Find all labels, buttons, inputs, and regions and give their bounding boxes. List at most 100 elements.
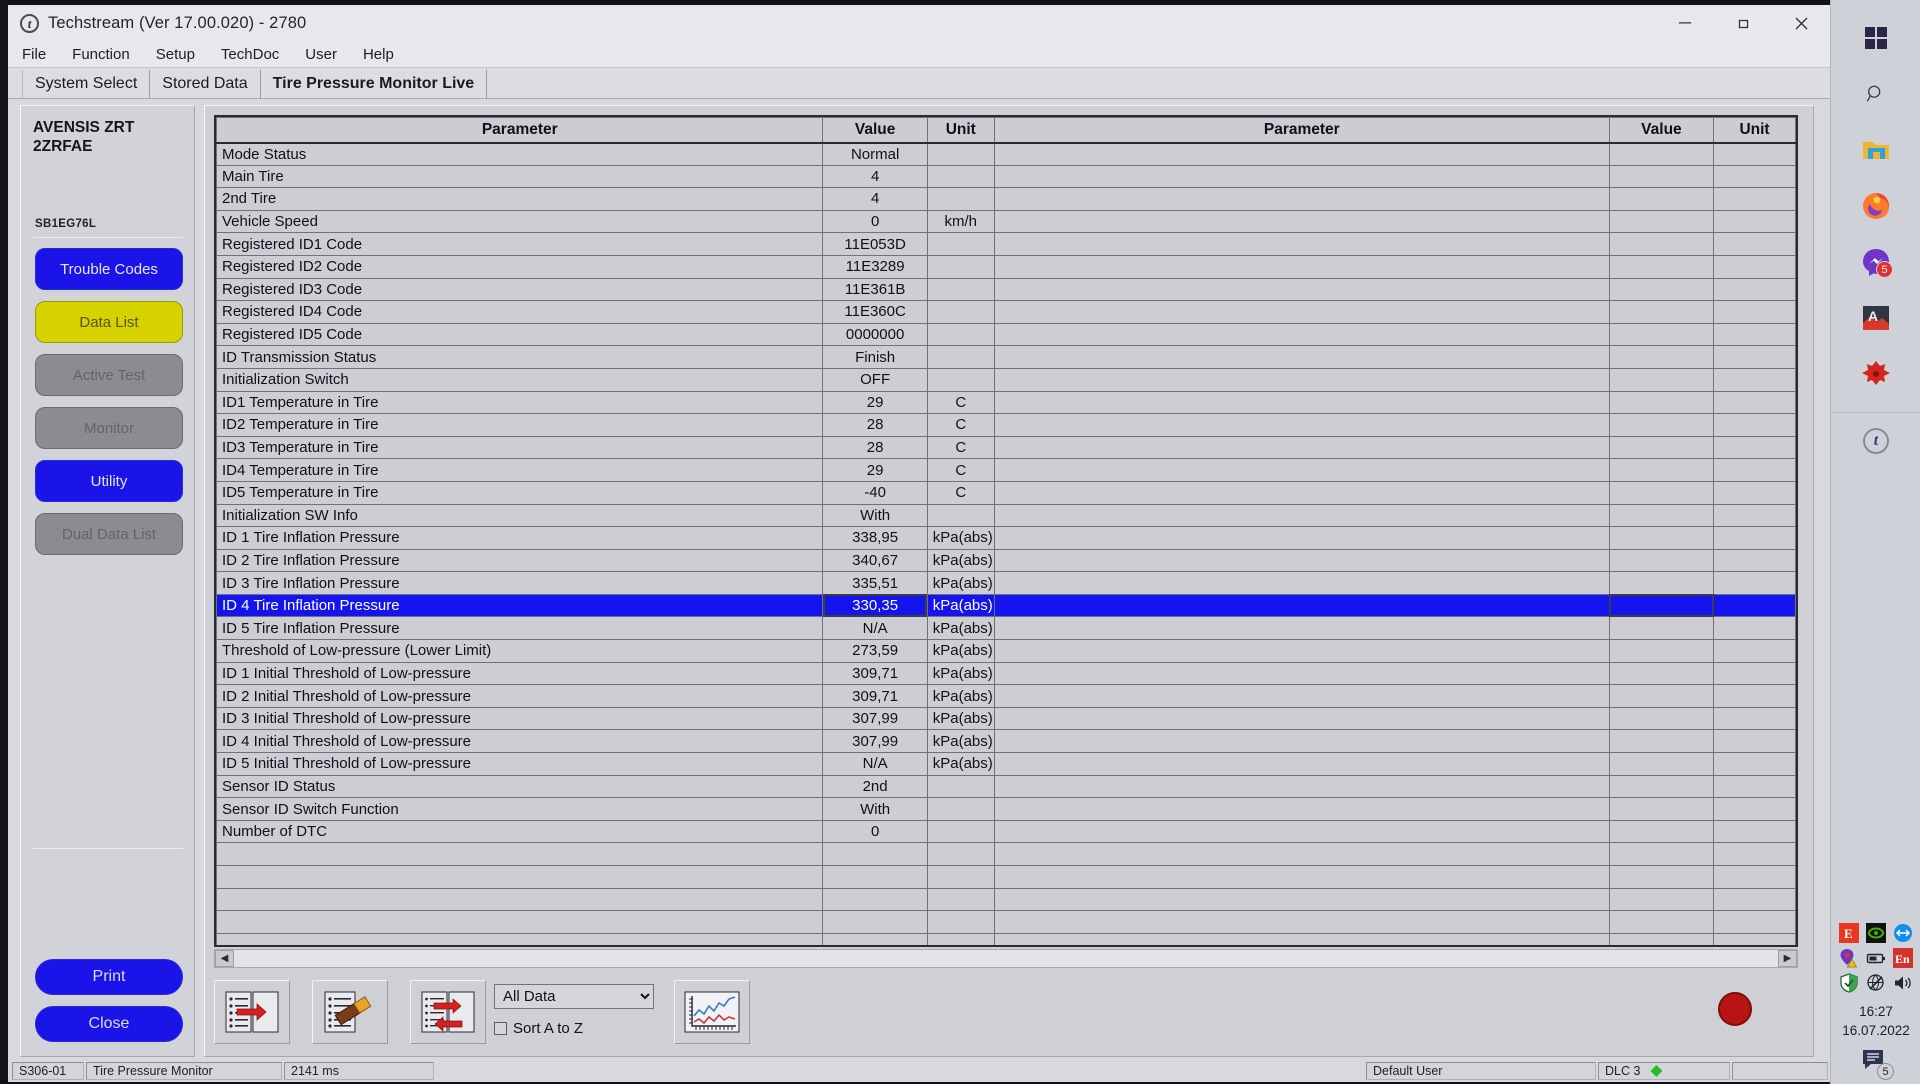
cell-parameter[interactable]: Registered ID5 Code <box>216 322 824 347</box>
table-row[interactable]: ID 2 Initial Threshold of Low-pressure 30… <box>216 684 1796 708</box>
cell-parameter-right[interactable] <box>993 661 1610 686</box>
cell-unit[interactable] <box>926 797 995 821</box>
cell-unit[interactable]: C <box>926 390 995 415</box>
cell-parameter[interactable]: 2nd Tire <box>216 187 824 211</box>
cell-unit-right[interactable] <box>1713 526 1796 550</box>
table-row[interactable]: ID4 Temperature in Tire 29 C <box>216 458 1796 482</box>
cell-value[interactable]: Normal <box>822 142 928 166</box>
table-row[interactable]: ID 1 Tire Inflation Pressure 338,95 kPa(ab… <box>216 526 1796 550</box>
taskbar-clock[interactable]: 16:27 16.07.2022 <box>1831 997 1920 1047</box>
cell-value[interactable] <box>822 887 928 912</box>
cell-parameter[interactable]: ID 1 Initial Threshold of Low-pressure <box>216 661 824 686</box>
cell-unit-right[interactable] <box>1713 187 1796 211</box>
cell-value-right[interactable] <box>1608 684 1715 708</box>
cell-unit[interactable] <box>926 503 995 528</box>
cell-value-right[interactable] <box>1608 503 1715 528</box>
table-row[interactable]: Initialization Switch OFF <box>216 367 1796 392</box>
data-filter-select[interactable]: All DataUser DataChanged Data <box>494 984 654 1009</box>
cell-parameter-right[interactable] <box>993 639 1610 663</box>
cell-parameter-right[interactable] <box>993 706 1610 731</box>
sort-a-to-z-checkbox[interactable] <box>494 1022 507 1035</box>
menu-item-file[interactable]: File <box>22 46 46 63</box>
cell-unit[interactable] <box>926 322 995 347</box>
cell-unit[interactable] <box>926 842 995 866</box>
cell-value-right[interactable] <box>1608 322 1715 347</box>
cell-value-right[interactable] <box>1608 639 1715 663</box>
cell-parameter[interactable]: Sensor ID Status <box>216 774 824 799</box>
graph-button[interactable] <box>674 980 750 1044</box>
menu-item-user[interactable]: User <box>305 46 337 63</box>
cell-value-right[interactable] <box>1608 480 1715 505</box>
scroll-right-arrow-icon[interactable]: ▶ <box>1778 950 1797 967</box>
sidebar-item-data-list[interactable]: Data List <box>35 301 183 343</box>
cell-parameter-right[interactable] <box>993 187 1610 211</box>
cell-unit-right[interactable] <box>1713 254 1796 279</box>
select-items-button[interactable] <box>214 980 290 1044</box>
cell-parameter-right[interactable] <box>993 503 1610 528</box>
close-button[interactable] <box>1772 5 1830 41</box>
cell-parameter-right[interactable] <box>993 593 1610 618</box>
table-row[interactable]: ID 3 Tire Inflation Pressure 335,51 kPa(ab… <box>216 571 1796 595</box>
cell-value-right[interactable] <box>1608 706 1715 731</box>
cell-parameter-right[interactable] <box>993 480 1610 505</box>
cell-unit[interactable]: kPa(abs) <box>926 706 995 731</box>
cell-parameter[interactable]: ID2 Temperature in Tire <box>216 413 824 437</box>
menu-item-techdoc[interactable]: TechDoc <box>221 46 279 63</box>
cell-unit-right[interactable] <box>1713 842 1796 866</box>
cell-parameter-right[interactable] <box>993 571 1610 595</box>
cell-unit[interactable] <box>926 819 995 844</box>
cell-unit-right[interactable] <box>1713 209 1796 234</box>
cell-parameter-right[interactable] <box>993 164 1610 189</box>
minimize-button[interactable]: ─ <box>1656 5 1714 41</box>
cell-parameter[interactable]: Main Tire <box>216 164 824 189</box>
cell-value-right[interactable] <box>1608 435 1715 460</box>
language-indicator[interactable]: En <box>1892 948 1913 968</box>
cell-parameter[interactable]: ID5 Temperature in Tire <box>216 480 824 505</box>
cell-unit-right[interactable] <box>1713 480 1796 505</box>
cell-value[interactable]: 4 <box>822 164 928 189</box>
cell-value[interactable]: OFF <box>822 367 928 392</box>
techstream-window-icon[interactable]: t <box>1831 412 1920 468</box>
scroll-left-arrow-icon[interactable]: ◀ <box>215 950 234 967</box>
cell-parameter[interactable]: ID3 Temperature in Tire <box>216 435 824 460</box>
cell-parameter-right[interactable] <box>993 684 1610 708</box>
cell-unit[interactable] <box>926 164 995 189</box>
table-row[interactable]: Sensor ID Status 2nd <box>216 774 1796 799</box>
table-row[interactable] <box>216 887 1796 912</box>
cell-value[interactable]: -40 <box>822 480 928 505</box>
cell-unit-right[interactable] <box>1713 752 1796 776</box>
table-row[interactable]: ID 5 Tire Inflation Pressure N/A kPa(abs) <box>216 616 1796 641</box>
scrollbar-track[interactable] <box>234 950 1778 967</box>
cell-unit-right[interactable] <box>1713 435 1796 460</box>
cell-unit[interactable] <box>926 254 995 279</box>
cell-value-right[interactable] <box>1608 277 1715 302</box>
cell-unit[interactable]: kPa(abs) <box>926 752 995 776</box>
cell-parameter[interactable]: ID 2 Initial Threshold of Low-pressure <box>216 684 824 708</box>
column-header-parameter-left[interactable]: Parameter <box>216 117 824 144</box>
cell-parameter-right[interactable] <box>993 277 1610 302</box>
cell-unit-right[interactable] <box>1713 616 1796 641</box>
cell-value[interactable]: 2nd <box>822 774 928 799</box>
cell-value[interactable]: 0 <box>822 209 928 234</box>
cell-parameter[interactable]: Threshold of Low-pressure (Lower Limit) <box>216 639 824 663</box>
cell-value[interactable] <box>822 910 928 934</box>
table-row[interactable] <box>216 932 1796 945</box>
tab-tire-pressure-monitor-live[interactable]: Tire Pressure Monitor Live <box>261 70 488 98</box>
cell-value[interactable]: 0 <box>822 819 928 844</box>
tab-system-select[interactable]: System Select <box>22 70 151 98</box>
start-windows-icon[interactable] <box>1831 10 1920 66</box>
cell-unit[interactable]: km/h <box>926 209 995 234</box>
table-row[interactable]: Main Tire 4 <box>216 164 1796 189</box>
cell-unit-right[interactable] <box>1713 300 1796 324</box>
sort-a-to-z-row[interactable]: Sort A to Z <box>494 1020 654 1037</box>
everything-icon[interactable]: E <box>1839 923 1860 943</box>
cell-value-right[interactable] <box>1608 729 1715 754</box>
cell-unit[interactable]: kPa(abs) <box>926 639 995 663</box>
cell-parameter-right[interactable] <box>993 209 1610 234</box>
cell-parameter[interactable]: Registered ID2 Code <box>216 254 824 279</box>
cell-value-right[interactable] <box>1608 300 1715 324</box>
cell-value[interactable]: N/A <box>822 616 928 641</box>
cell-value-right[interactable] <box>1608 774 1715 799</box>
table-row[interactable]: ID5 Temperature in Tire -40 C <box>216 480 1796 505</box>
cell-value[interactable]: 307,99 <box>822 706 928 731</box>
